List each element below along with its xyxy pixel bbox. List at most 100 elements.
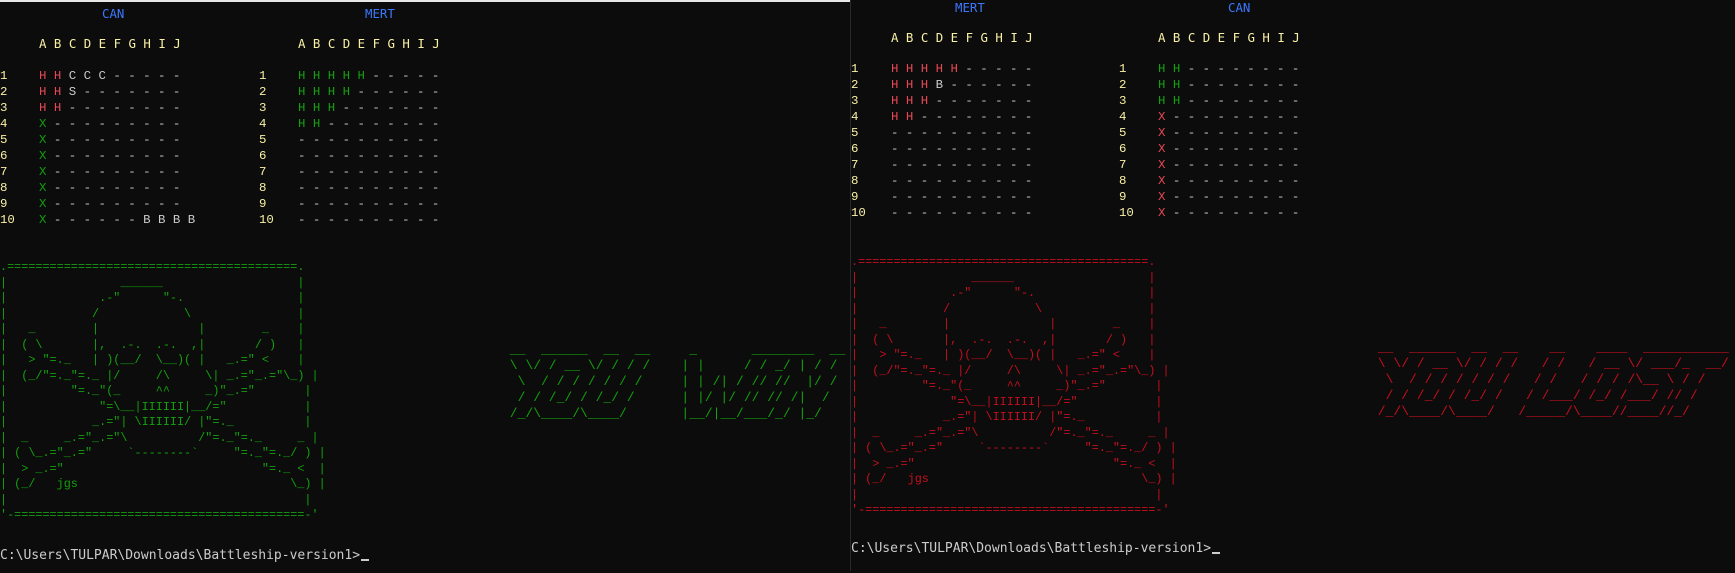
row-number: 5 <box>259 133 267 147</box>
grid-cell: - <box>312 149 328 163</box>
row-number: 5 <box>0 133 8 147</box>
grid-cell: - <box>68 101 84 115</box>
grid-cell: - <box>158 149 173 163</box>
grid-cell: H <box>53 69 69 83</box>
grid-cell: X <box>1158 206 1173 220</box>
grid-cell: - <box>1010 110 1025 124</box>
row-number: 9 <box>0 197 8 211</box>
grid-cell: - <box>387 133 403 147</box>
command-prompt[interactable]: C:\Users\TULPAR\Downloads\Battleship-ver… <box>0 548 370 563</box>
row-number: 5 <box>1119 126 1127 140</box>
command-prompt[interactable]: C:\Users\TULPAR\Downloads\Battleship-ver… <box>851 541 1221 556</box>
grid-row: H H H H H - - - - - <box>298 68 439 84</box>
grid-cell: - <box>1010 142 1025 156</box>
grid-cell: C <box>83 69 99 83</box>
opponent-board-label: MERT <box>365 6 395 21</box>
grid-cell: - <box>950 142 966 156</box>
grid-cell: - <box>431 117 440 131</box>
grid-cell: - <box>342 213 358 227</box>
grid-cell: - <box>935 190 951 204</box>
grid-cell: - <box>327 149 343 163</box>
terminal-window-left[interactable]: CAN MERT A B C D E F G H I J A B C D E F… <box>0 0 850 573</box>
grid-cell: - <box>1187 158 1203 172</box>
row-number: 7 <box>851 158 859 172</box>
grid-cell: - <box>342 197 358 211</box>
grid-cell: - <box>1217 206 1233 220</box>
grid-row: X - - - - - - - - - <box>39 116 195 132</box>
grid-row: H H - - - - - - - - <box>298 116 439 132</box>
opponent-grid: H H H H H - - - - -H H H H - - - - - -H … <box>298 68 439 228</box>
grid-cell: - <box>431 165 440 179</box>
grid-cell: - <box>387 165 403 179</box>
grid-row: X - - - - - - - - - <box>1158 157 1299 173</box>
grid-cell: - <box>950 206 966 220</box>
grid-cell: - <box>1277 158 1292 172</box>
grid-cell: - <box>1247 110 1263 124</box>
grid-cell: C <box>68 69 84 83</box>
grid-cell: - <box>1024 158 1033 172</box>
grid-cell: - <box>128 165 144 179</box>
grid-cell: - <box>1247 190 1263 204</box>
terminal-window-right[interactable]: MERT CAN A B C D E F G H I J A B C D E F… <box>851 0 1735 571</box>
grid-cell: - <box>342 133 358 147</box>
grid-cell: - <box>1187 190 1203 204</box>
grid-row: H H H B - - - - - - <box>891 77 1032 93</box>
grid-cell: H <box>39 101 54 115</box>
grid-cell: - <box>431 197 440 211</box>
grid-cell: - <box>995 94 1010 108</box>
row-number: 6 <box>0 149 8 163</box>
grid-cell: - <box>980 62 996 76</box>
grid-cell: H <box>950 62 966 76</box>
opponent-board-label: CAN <box>1228 0 1251 15</box>
grid-cell: - <box>431 213 440 227</box>
grid-cell: - <box>387 101 403 115</box>
grid-cell: - <box>1217 158 1233 172</box>
grid-cell: - <box>1217 94 1233 108</box>
grid-cell: - <box>1024 78 1033 92</box>
grid-cell: - <box>920 110 936 124</box>
prompt-text: C:\Users\TULPAR\Downloads\Battleship-ver… <box>851 541 1212 556</box>
grid-cell: - <box>891 190 906 204</box>
grid-cell: - <box>1024 142 1033 156</box>
grid-cell: - <box>995 126 1010 140</box>
grid-cell: - <box>68 133 84 147</box>
grid-cell: - <box>68 197 84 211</box>
grid-cell: H <box>905 62 921 76</box>
grid-cell: - <box>950 174 966 188</box>
grid-cell: - <box>1172 174 1188 188</box>
grid-cell: - <box>1232 110 1248 124</box>
grid-cell: - <box>995 158 1010 172</box>
row-number: 3 <box>259 101 267 115</box>
grid-cell: - <box>965 142 981 156</box>
grid-cell: - <box>172 133 181 147</box>
grid-cell: - <box>935 94 951 108</box>
grid-cell: - <box>1187 174 1203 188</box>
grid-cell: - <box>402 133 417 147</box>
grid-cell: - <box>1202 158 1218 172</box>
player-board-label: MERT <box>955 0 985 15</box>
grid-cell: - <box>128 101 144 115</box>
grid-cell: H <box>891 78 906 92</box>
grid-cell: - <box>1232 94 1248 108</box>
grid-cell: - <box>980 174 996 188</box>
grid-cell: - <box>387 213 403 227</box>
grid-row: X - - - - - - - - - <box>39 164 195 180</box>
grid-cell: B <box>143 213 158 227</box>
grid-row: - - - - - - - - - - <box>891 141 1032 157</box>
grid-cell: - <box>357 181 373 195</box>
grid-cell: - <box>935 158 951 172</box>
grid-cell: - <box>891 206 906 220</box>
grid-cell: - <box>113 149 129 163</box>
row-number: 4 <box>1119 110 1127 124</box>
row-number: 2 <box>0 85 8 99</box>
grid-cell: - <box>1202 126 1218 140</box>
grid-row: X - - - - - - - - - <box>1158 109 1299 125</box>
grid-cell: - <box>98 133 114 147</box>
row-number: 8 <box>259 181 267 195</box>
grid-cell: - <box>1247 126 1263 140</box>
grid-cell: - <box>83 213 99 227</box>
grid-cell: - <box>98 101 114 115</box>
grid-cell: - <box>417 197 432 211</box>
grid-cell: - <box>1187 62 1203 76</box>
grid-cell: - <box>965 126 981 140</box>
